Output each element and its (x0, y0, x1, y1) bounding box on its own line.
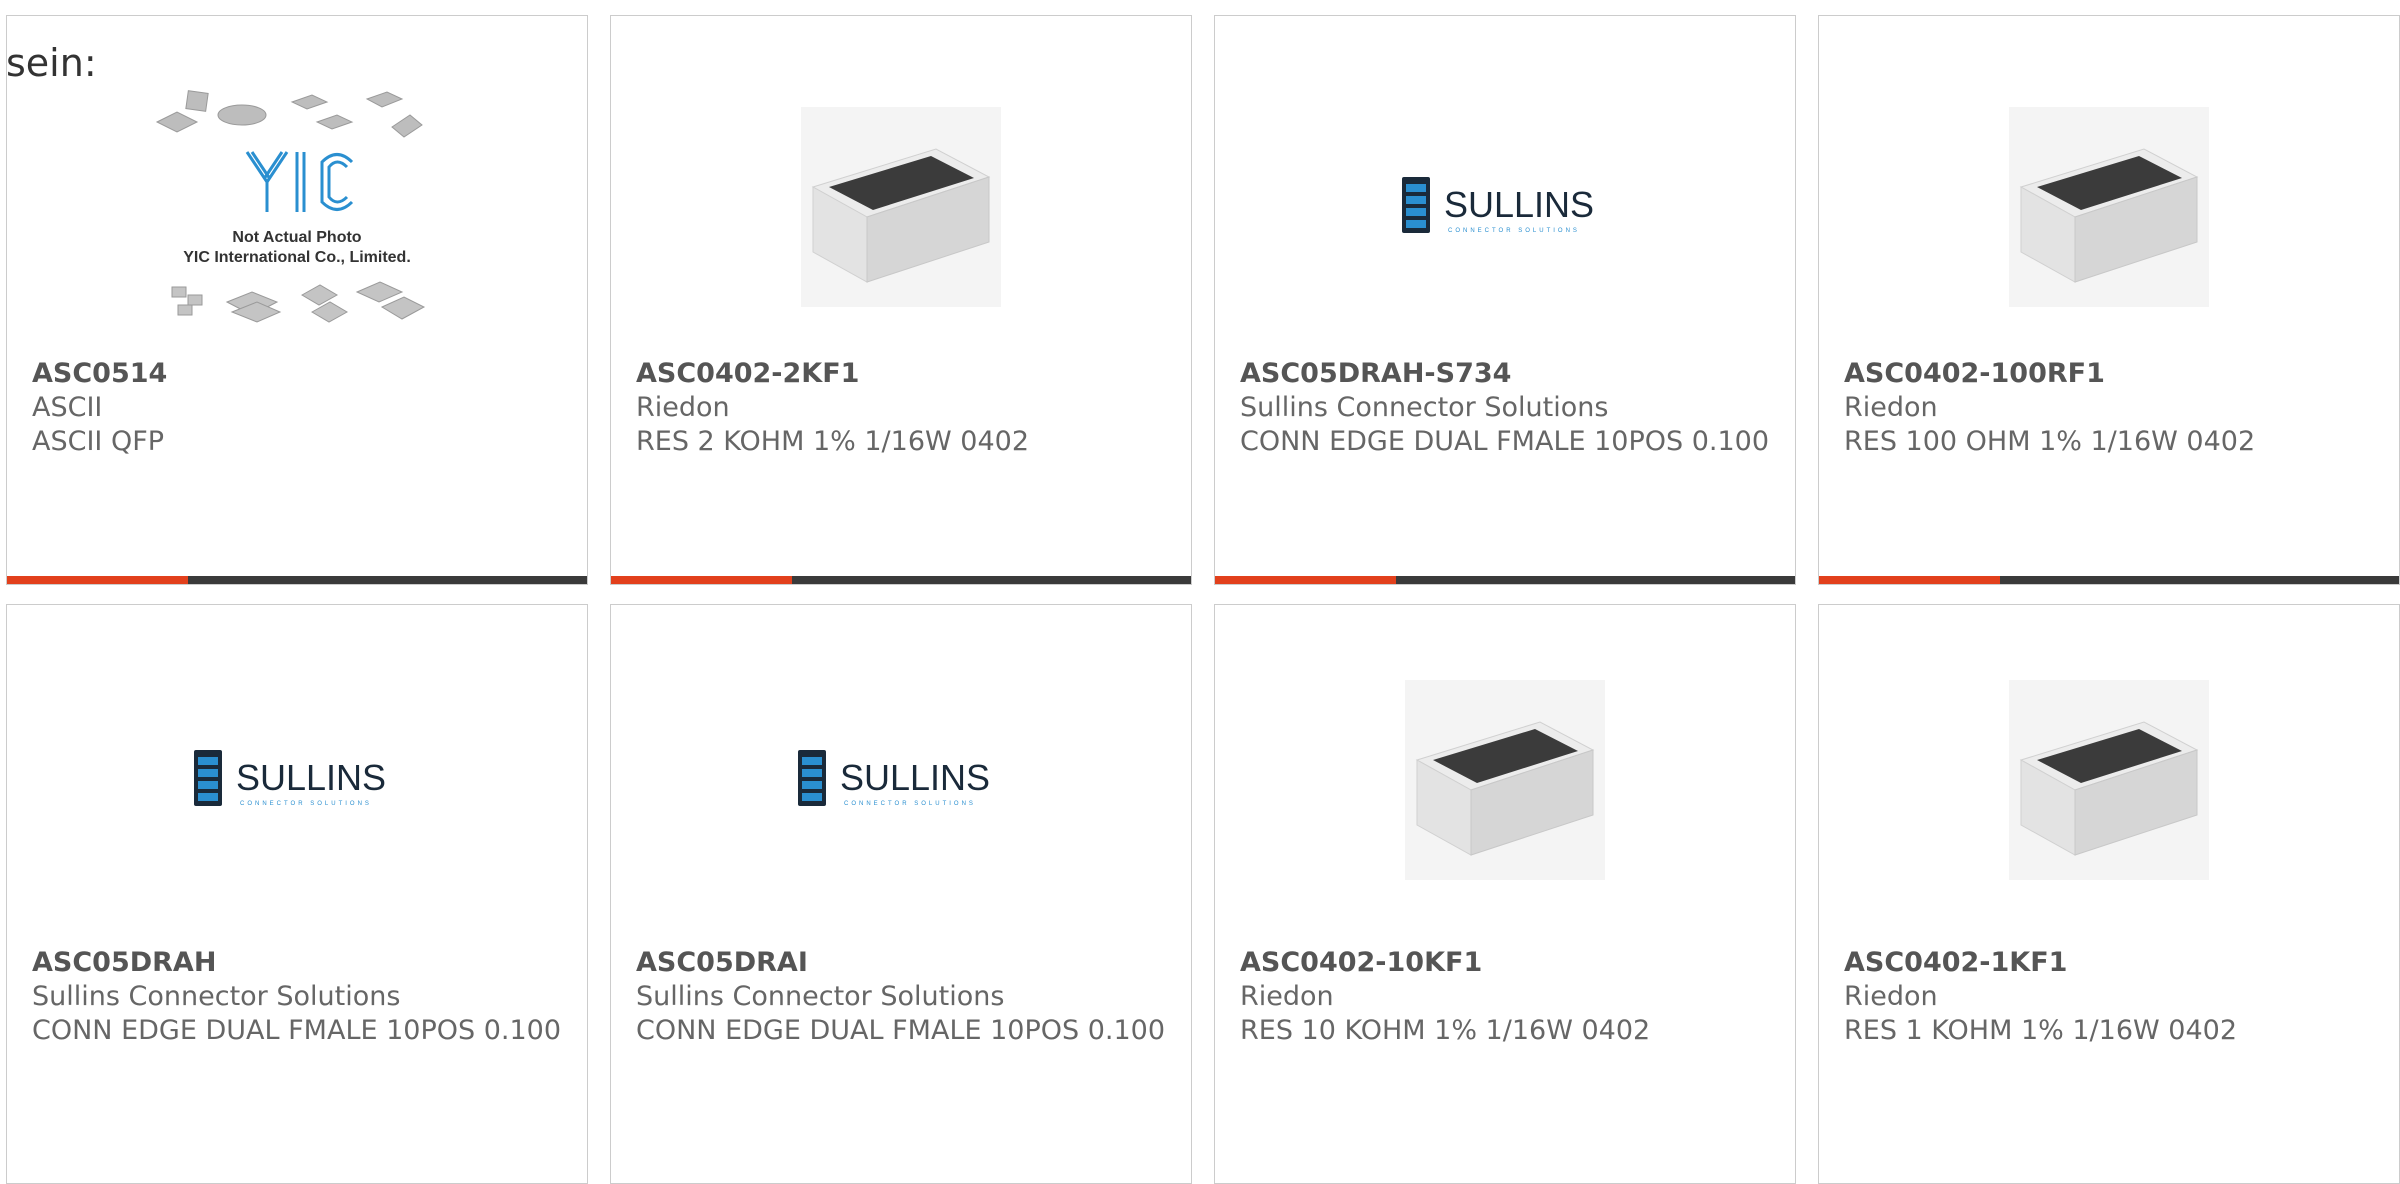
card-bottom-bar (611, 576, 1191, 584)
description: RES 1 KOHM 1% 1/16W 0402 (1844, 1015, 2238, 1046)
card-bottom-bar (1819, 576, 2399, 584)
sullins-logo-text: SULLINS (236, 757, 386, 798)
card-bottom-bar (7, 576, 587, 584)
sullins-logo-image: SULLINS CONNECTOR SOLUTIONS (1402, 177, 1594, 234)
chip-resistor-image (1405, 680, 1605, 880)
description: CONN EDGE DUAL FMALE 10POS 0.100 (636, 1015, 1166, 1046)
product-image[interactable]: SULLINS CONNECTOR SOLUTIONS (1215, 102, 1795, 312)
card-accent (611, 576, 792, 584)
manufacturer: Sullins Connector Solutions (32, 981, 401, 1012)
product-card-asc0402-1kf1[interactable]: ASC0402-1KF1 Riedon RES 1 KOHM 1% 1/16W … (1818, 604, 2400, 1184)
chip-resistor-image (801, 107, 1001, 307)
manufacturer: Sullins Connector Solutions (1240, 392, 1609, 423)
sullins-logo-sub: CONNECTOR SOLUTIONS (240, 801, 372, 807)
image-caption-2: YIC International Co., Limited. (183, 249, 411, 266)
card-accent (1215, 576, 1396, 584)
part-number[interactable]: ASC0402-100RF1 (1844, 357, 2374, 391)
product-grid: Not Actual Photo YIC International Co., … (0, 0, 2400, 1184)
product-info: ASC05DRAH-S734 Sullins Connector Solutio… (1240, 357, 1770, 459)
card-accent (1819, 576, 2000, 584)
manufacturer: Riedon (636, 392, 730, 423)
description: RES 2 KOHM 1% 1/16W 0402 (636, 426, 1030, 457)
part-number[interactable]: ASC0514 (32, 357, 562, 391)
product-image[interactable]: SULLINS CONNECTOR SOLUTIONS (611, 675, 1191, 885)
chip-resistor-image (2009, 680, 2209, 880)
product-info: ASC05DRAH Sullins Connector Solutions CO… (32, 946, 562, 1048)
product-info: ASC0514 ASCII ASCII QFP (32, 357, 562, 459)
product-info: ASC0402-1KF1 Riedon RES 1 KOHM 1% 1/16W … (1844, 946, 2374, 1048)
description: RES 10 KOHM 1% 1/16W 0402 (1240, 1015, 1651, 1046)
product-info: ASC0402-10KF1 Riedon RES 10 KOHM 1% 1/16… (1240, 946, 1770, 1048)
description: RES 100 OHM 1% 1/16W 0402 (1844, 426, 2256, 457)
part-number[interactable]: ASC0402-10KF1 (1240, 946, 1770, 980)
image-caption-1: Not Actual Photo (232, 229, 361, 246)
yic-placeholder-image: Not Actual Photo YIC International Co., … (155, 90, 426, 323)
manufacturer: Riedon (1240, 981, 1334, 1012)
manufacturer: Riedon (1844, 392, 1938, 423)
manufacturer: Sullins Connector Solutions (636, 981, 1005, 1012)
description: ASCII QFP (32, 426, 165, 457)
part-number[interactable]: ASC0402-2KF1 (636, 357, 1166, 391)
part-number[interactable]: ASC05DRAH-S734 (1240, 357, 1770, 391)
part-number[interactable]: ASC0402-1KF1 (1844, 946, 2374, 980)
chip-resistor-image (2009, 107, 2209, 307)
description: CONN EDGE DUAL FMALE 10POS 0.100 (32, 1015, 562, 1046)
manufacturer: Riedon (1844, 981, 1938, 1012)
sullins-logo-image: SULLINS CONNECTOR SOLUTIONS (194, 750, 386, 807)
sullins-logo-image: SULLINS CONNECTOR SOLUTIONS (798, 750, 990, 807)
product-card-asc0402-100rf1[interactable]: ASC0402-100RF1 Riedon RES 100 OHM 1% 1/1… (1818, 15, 2400, 585)
product-image[interactable] (1819, 102, 2399, 312)
product-image[interactable] (1215, 675, 1795, 885)
sullins-logo-sub: CONNECTOR SOLUTIONS (1448, 228, 1580, 234)
section-heading: sein: (6, 41, 97, 85)
sullins-logo-text: SULLINS (1444, 184, 1594, 225)
manufacturer: ASCII (32, 392, 103, 423)
part-number[interactable]: ASC05DRAH (32, 946, 562, 980)
product-card-asc0514[interactable]: Not Actual Photo YIC International Co., … (6, 15, 588, 585)
product-card-asc05drai[interactable]: SULLINS CONNECTOR SOLUTIONS ASC05DRAI Su… (610, 604, 1192, 1184)
product-info: ASC05DRAI Sullins Connector Solutions CO… (636, 946, 1166, 1048)
product-image[interactable] (1819, 675, 2399, 885)
card-accent (7, 576, 188, 584)
product-image[interactable] (611, 102, 1191, 312)
part-number[interactable]: ASC05DRAI (636, 946, 1166, 980)
product-image[interactable]: Not Actual Photo YIC International Co., … (7, 90, 587, 323)
product-info: ASC0402-2KF1 Riedon RES 2 KOHM 1% 1/16W … (636, 357, 1166, 459)
card-bottom-bar (1215, 576, 1795, 584)
product-card-asc05drah-s734[interactable]: SULLINS CONNECTOR SOLUTIONS ASC05DRAH-S7… (1214, 15, 1796, 585)
product-info: ASC0402-100RF1 Riedon RES 100 OHM 1% 1/1… (1844, 357, 2374, 459)
product-image[interactable]: SULLINS CONNECTOR SOLUTIONS (7, 675, 587, 885)
sullins-logo-sub: CONNECTOR SOLUTIONS (844, 801, 976, 807)
product-card-asc0402-10kf1[interactable]: ASC0402-10KF1 Riedon RES 10 KOHM 1% 1/16… (1214, 604, 1796, 1184)
sullins-logo-text: SULLINS (840, 757, 990, 798)
product-card-asc0402-2kf1[interactable]: ASC0402-2KF1 Riedon RES 2 KOHM 1% 1/16W … (610, 15, 1192, 585)
product-card-asc05drah[interactable]: SULLINS CONNECTOR SOLUTIONS ASC05DRAH Su… (6, 604, 588, 1184)
description: CONN EDGE DUAL FMALE 10POS 0.100 (1240, 426, 1770, 457)
